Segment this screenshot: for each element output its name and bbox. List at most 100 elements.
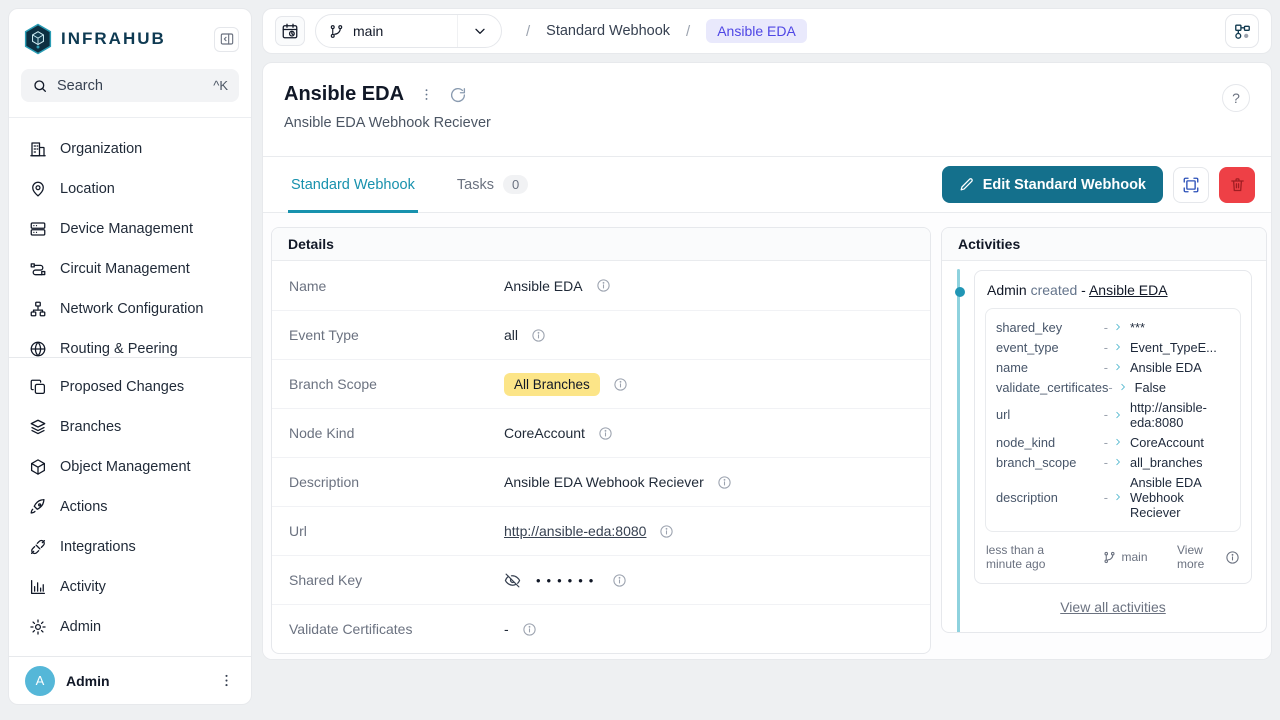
activity-change-url: url-http://ansible-eda:8080: [996, 397, 1230, 432]
git-branch-icon: [1103, 551, 1116, 564]
details-value: Ansible EDA: [504, 278, 583, 294]
info-icon[interactable]: [1225, 550, 1240, 565]
details-panel-header: Details: [272, 228, 930, 261]
breadcrumb-current[interactable]: Ansible EDA: [706, 19, 807, 43]
sidebar-item-circuit-management[interactable]: Circuit Management: [9, 249, 251, 289]
avatar: A: [25, 666, 55, 696]
page-title: Ansible EDA: [284, 83, 404, 106]
topbar: main / Standard Webhook / Ansible EDA: [262, 8, 1272, 54]
tab-standard-webhook[interactable]: Standard Webhook: [288, 157, 418, 212]
chevron-right-icon: [1118, 382, 1128, 392]
details-rows: NameAnsible EDAEvent TypeallBranch Scope…: [272, 261, 930, 653]
sidebar-item-location[interactable]: Location: [9, 169, 251, 209]
activities-panel-header: Activities: [942, 228, 1266, 261]
sidebar-item-device-management[interactable]: Device Management: [9, 209, 251, 249]
search-shortcut: ^K: [213, 78, 228, 93]
chevron-right-icon: [1113, 492, 1123, 502]
url-link[interactable]: http://ansible-eda:8080: [504, 523, 646, 539]
sidebar-header: INFRAHUB: [9, 9, 251, 61]
kebab-icon: [419, 87, 434, 102]
info-icon[interactable]: [659, 524, 674, 539]
info-icon: [531, 328, 546, 343]
help-button[interactable]: ?: [1222, 84, 1250, 112]
change-new-value: Ansible EDA Webhook Reciever: [1130, 475, 1230, 520]
proposed-changes-icon: [29, 378, 47, 396]
change-key: event_type: [996, 340, 1104, 355]
git-branch-icon: [329, 24, 344, 39]
breadcrumb-parent[interactable]: Standard Webhook: [546, 23, 670, 39]
reveal-secret-button[interactable]: [504, 572, 521, 589]
sidebar-item-object-management[interactable]: Object Management: [9, 447, 251, 487]
activity-change-event-type: event_type-Event_TypeE...: [996, 337, 1230, 357]
sidebar-item-label: Organization: [60, 141, 142, 157]
details-row-validate-certificates: Validate Certificates-: [272, 604, 930, 653]
breadcrumb-separator: /: [526, 23, 530, 40]
details-value: CoreAccount: [504, 425, 585, 441]
sidebar-item-proposed-changes[interactable]: Proposed Changes: [9, 367, 251, 407]
info-icon[interactable]: [522, 622, 537, 637]
sidebar-item-label: Activity: [60, 579, 106, 595]
sidebar-group-app: Proposed Changes Branches Object Managemen…: [9, 357, 251, 647]
layers-icon: [29, 418, 47, 436]
change-old-value: -: [1104, 360, 1108, 375]
info-icon[interactable]: [612, 573, 627, 588]
select-group-icon: [1182, 176, 1200, 194]
info-icon: [596, 278, 611, 293]
sidebar-item-network-configuration[interactable]: Network Configuration: [9, 289, 251, 329]
info-icon[interactable]: [613, 377, 628, 392]
tab-count-badge: 0: [503, 175, 528, 194]
chevron-right-icon: [1113, 437, 1123, 447]
change-old-value: -: [1104, 407, 1108, 422]
activity-entry-footer: less than a minute ago main View more: [985, 543, 1241, 571]
chevron-down-icon: [472, 23, 488, 39]
activity-object-link[interactable]: Ansible EDA: [1089, 282, 1168, 298]
info-icon[interactable]: [598, 426, 613, 441]
edit-button[interactable]: Edit Standard Webhook: [942, 166, 1163, 203]
branch-selector-toggle[interactable]: [457, 15, 501, 47]
change-old-value: -: [1104, 340, 1108, 355]
trash-icon: [1229, 176, 1246, 193]
info-icon[interactable]: [596, 278, 611, 293]
tab-label: Standard Webhook: [291, 177, 415, 193]
change-key: url: [996, 407, 1104, 422]
sidebar-collapse-button[interactable]: [214, 27, 239, 52]
activity-actor: Admin: [987, 282, 1027, 298]
info-icon[interactable]: [531, 328, 546, 343]
sidebar-item-label: Branches: [60, 419, 121, 435]
circuit-icon: [29, 260, 47, 278]
activity-entry-title: Admin created - Ansible EDA: [985, 282, 1241, 298]
delete-button[interactable]: [1219, 167, 1255, 203]
tab-tasks[interactable]: Tasks 0: [454, 157, 531, 212]
sidebar-item-actions[interactable]: Actions: [9, 487, 251, 527]
change-key: description: [996, 490, 1104, 505]
branch-selector[interactable]: main: [315, 14, 502, 48]
manage-object-button[interactable]: [1173, 167, 1209, 203]
view-all-activities-link[interactable]: View all activities: [1060, 599, 1166, 615]
refresh-button[interactable]: [449, 86, 467, 104]
chevron-right-icon: [1113, 410, 1123, 420]
object-header: Ansible EDA Ansible EDA Webhook Reciever…: [263, 63, 1271, 156]
branch-scope-badge: All Branches: [504, 373, 600, 396]
sidebar-item-routing-peering[interactable]: Routing & Peering: [9, 329, 251, 357]
sidebar-item-integrations[interactable]: Integrations: [9, 527, 251, 567]
info-icon[interactable]: [717, 475, 732, 490]
chevron-right-icon: [1113, 342, 1123, 352]
schema-button[interactable]: [1225, 14, 1259, 48]
change-old-value: -: [1104, 320, 1108, 335]
user-menu[interactable]: A Admin: [9, 656, 251, 704]
search-icon: [32, 78, 48, 94]
chevron-right-icon: [1113, 322, 1123, 332]
sidebar-item-activity[interactable]: Activity: [9, 567, 251, 607]
search-input[interactable]: Search ^K: [21, 69, 239, 102]
kebab-icon: [218, 672, 235, 689]
title-menu-button[interactable]: [419, 87, 434, 102]
time-travel-button[interactable]: [275, 16, 305, 46]
sidebar-item-branches[interactable]: Branches: [9, 407, 251, 447]
sidebar-item-admin[interactable]: Admin: [9, 607, 251, 647]
chevron-right-icon: [1113, 410, 1123, 420]
user-name: Admin: [66, 673, 207, 689]
chevron-right-icon: [1113, 457, 1123, 467]
user-menu-button[interactable]: [218, 672, 235, 689]
sidebar-item-organization[interactable]: Organization: [9, 129, 251, 169]
view-more-link[interactable]: View more: [1177, 543, 1217, 571]
